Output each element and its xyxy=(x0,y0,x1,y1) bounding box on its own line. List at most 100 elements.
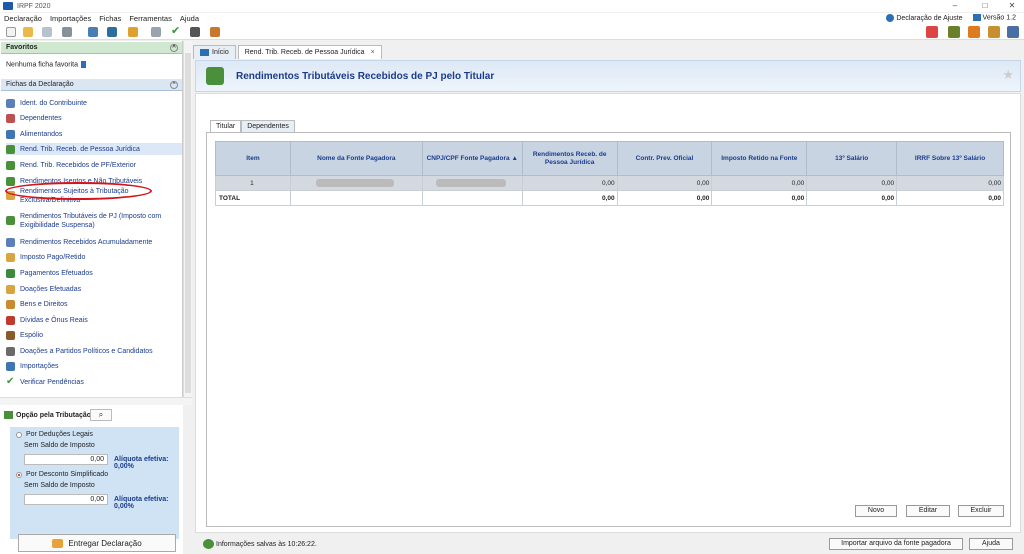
cell-nome-fonte xyxy=(289,175,423,191)
panel-title: Rendimentos Tributáveis Recebidos de PJ … xyxy=(236,71,495,82)
ficha-ident-contribuinte[interactable]: Ident. do Contribuinte xyxy=(6,97,182,109)
minimize-button[interactable]: – xyxy=(944,0,966,12)
novo-button[interactable]: Novo xyxy=(855,505,897,517)
tab-rend-trib-pj[interactable]: Rend. Trib. Receb. de Pessoa Jurídica × xyxy=(237,45,382,59)
ficha-imposto-pago[interactable]: Imposto Pago/Retido xyxy=(6,251,182,263)
info-icon[interactable] xyxy=(1007,26,1019,38)
close-button[interactable]: ✕ xyxy=(1001,0,1023,12)
ficha-rend-exigibilidade-suspensa[interactable]: Rendimentos Tributáveis de PJ (Imposto c… xyxy=(6,212,182,230)
menu-importacoes[interactable]: Importações xyxy=(50,14,91,23)
table-row[interactable]: 1 0,00 0,00 0,00 0,00 0,00 xyxy=(215,175,1004,191)
editar-button[interactable]: Editar xyxy=(906,505,950,517)
ficha-alimentandos[interactable]: Alimentandos xyxy=(6,128,182,140)
col-nome-fonte[interactable]: Nome da Fonte Pagadora xyxy=(289,141,423,176)
menu-ferramentas[interactable]: Ferramentas xyxy=(129,14,172,23)
suspended-income-icon xyxy=(6,216,15,225)
print-icon[interactable] xyxy=(151,27,161,37)
menu-bar: Declaração Importações Fichas Ferramenta… xyxy=(0,13,1024,24)
chat-icon[interactable] xyxy=(948,26,960,38)
highlight-annotation xyxy=(5,182,152,200)
col-imposto-retido[interactable]: Imposto Retido na Fonte xyxy=(711,141,808,176)
favorites-header[interactable]: Favoritos ^ xyxy=(1,42,182,54)
menu-ajuda[interactable]: Ajuda xyxy=(180,14,199,23)
calculator-icon[interactable] xyxy=(190,27,200,37)
assets-icon xyxy=(6,299,15,309)
cell-irrf-13: 0,00 xyxy=(896,175,1004,191)
imports-icon xyxy=(6,361,15,371)
radio-deducoes-legais[interactable]: Por Deduções Legais xyxy=(16,431,93,438)
save-status-icon xyxy=(203,539,214,549)
declaracao-ajuste-indicator[interactable]: Declaração de Ajuste xyxy=(886,14,963,22)
irpf-logo-icon[interactable] xyxy=(926,26,938,38)
collapse-icon[interactable]: ^ xyxy=(170,44,178,52)
open-folder-icon[interactable] xyxy=(23,27,33,37)
total-row: TOTAL 0,00 0,00 0,00 0,00 0,00 xyxy=(215,190,1004,206)
ficha-rend-trib-pf-exterior[interactable]: Rend. Trib. Recebidos de PF/Exterior xyxy=(6,159,182,171)
menu-declaracao[interactable]: Declaração xyxy=(4,14,42,23)
excluir-button[interactable]: Excluir xyxy=(958,505,1004,517)
menu-right: Declaração de Ajuste Versão 1.2 xyxy=(886,14,1016,22)
col-item[interactable]: Item xyxy=(215,141,291,176)
ficha-dependentes[interactable]: Dependentes xyxy=(6,112,182,124)
ficha-dividas[interactable]: Dívidas e Ônus Reais xyxy=(6,314,182,326)
ficha-espolio[interactable]: Espólio xyxy=(6,329,182,341)
ficha-pagamentos[interactable]: Pagamentos Efetuados xyxy=(6,267,182,279)
star-icon[interactable]: ★ xyxy=(1002,67,1014,83)
subtab-dependentes[interactable]: Dependentes xyxy=(241,120,295,132)
tax-paid-icon xyxy=(6,252,15,262)
transmit-icon[interactable] xyxy=(128,27,138,37)
col-rendimentos[interactable]: Rendimentos Receb. de Pessoa Jurídica xyxy=(521,141,618,176)
subtab-titular[interactable]: Titular xyxy=(210,120,242,132)
income-pj-icon xyxy=(206,67,224,85)
new-file-icon[interactable] xyxy=(6,27,16,37)
radio-desconto-simplificado[interactable]: Por Desconto Simplificado xyxy=(16,471,108,478)
menu-fichas[interactable]: Fichas xyxy=(99,14,121,23)
ficha-verificar-pendencias[interactable]: ✔ Verificar Pendências xyxy=(6,376,182,388)
import-icon[interactable] xyxy=(88,27,98,37)
accumulated-income-icon xyxy=(6,237,15,247)
valor-deducoes: 0,00 xyxy=(24,454,108,465)
maximize-button[interactable]: □ xyxy=(974,0,996,12)
close-tab-icon[interactable]: × xyxy=(371,49,375,56)
tab-bar: Início Rend. Trib. Receb. de Pessoa Jurí… xyxy=(193,45,384,59)
ficha-importacoes[interactable]: Importações xyxy=(6,360,182,372)
status-bar: Informações salvas às 10:26:22. Importar… xyxy=(193,535,1024,554)
save-icon[interactable] xyxy=(42,27,52,37)
aliquota-deducoes: Alíquota efetiva: 0,00% xyxy=(114,456,169,470)
scroll-thumb[interactable] xyxy=(185,53,191,393)
alimentandos-icon xyxy=(6,129,15,139)
versao-indicator[interactable]: Versão 1.2 xyxy=(972,14,1016,22)
left-pane-hscroll[interactable] xyxy=(0,397,192,405)
badge-icon[interactable] xyxy=(988,26,1000,38)
redacted-text xyxy=(436,179,507,187)
donations-icon xyxy=(6,284,15,294)
home-icon[interactable] xyxy=(968,26,980,38)
col-cnpj[interactable]: CNPJ/CPF Fonte Pagadora ▲ xyxy=(421,141,523,176)
ficha-doacoes-partidos[interactable]: Doações a Partidos Políticos e Candidato… xyxy=(6,345,182,357)
col-contr-prev[interactable]: Contr. Prev. Oficial xyxy=(616,141,713,176)
favorites-empty: Nenhuma ficha favorita xyxy=(6,61,86,68)
ficha-rend-trib-pj[interactable]: Rend. Trib. Receb. de Pessoa Jurídica xyxy=(6,143,182,155)
importar-fonte-button[interactable]: Importar arquivo da fonte pagadora xyxy=(829,538,963,550)
main-area: Início Rend. Trib. Receb. de Pessoa Jurí… xyxy=(193,41,1024,554)
fichas-header[interactable]: Fichas da Declaração ^ xyxy=(1,79,182,91)
entregar-declaracao-button[interactable]: Entregar Declaração xyxy=(18,534,176,552)
ficha-doacoes[interactable]: Doações Efetuadas xyxy=(6,283,182,295)
book-icon[interactable] xyxy=(210,27,220,37)
search-button[interactable]: ⌕ xyxy=(90,409,112,421)
ajuda-button[interactable]: Ajuda xyxy=(969,538,1013,550)
col-irrf-13[interactable]: IRRF Sobre 13º Salário xyxy=(896,141,1004,176)
tab-inicio[interactable]: Início xyxy=(193,45,236,59)
trash-icon[interactable] xyxy=(62,27,72,37)
ficha-bens-direitos[interactable]: Bens e Direitos xyxy=(6,298,182,310)
left-pane-vscroll[interactable] xyxy=(183,41,192,397)
recover-icon[interactable] xyxy=(107,27,117,37)
opcao-header: Opção pela Tributação: xyxy=(4,411,93,419)
check-icon[interactable]: ✔ xyxy=(171,26,181,37)
collapse-icon[interactable]: ^ xyxy=(170,81,178,89)
sort-asc-icon: ▲ xyxy=(511,154,518,162)
panel-header: Rendimentos Tributáveis Recebidos de PJ … xyxy=(195,60,1021,92)
col-13-salario[interactable]: 13º Salário xyxy=(806,141,898,176)
ficha-rend-acumulados[interactable]: Rendimentos Recebidos Acumuladamente xyxy=(6,236,182,248)
estate-icon xyxy=(6,330,15,340)
